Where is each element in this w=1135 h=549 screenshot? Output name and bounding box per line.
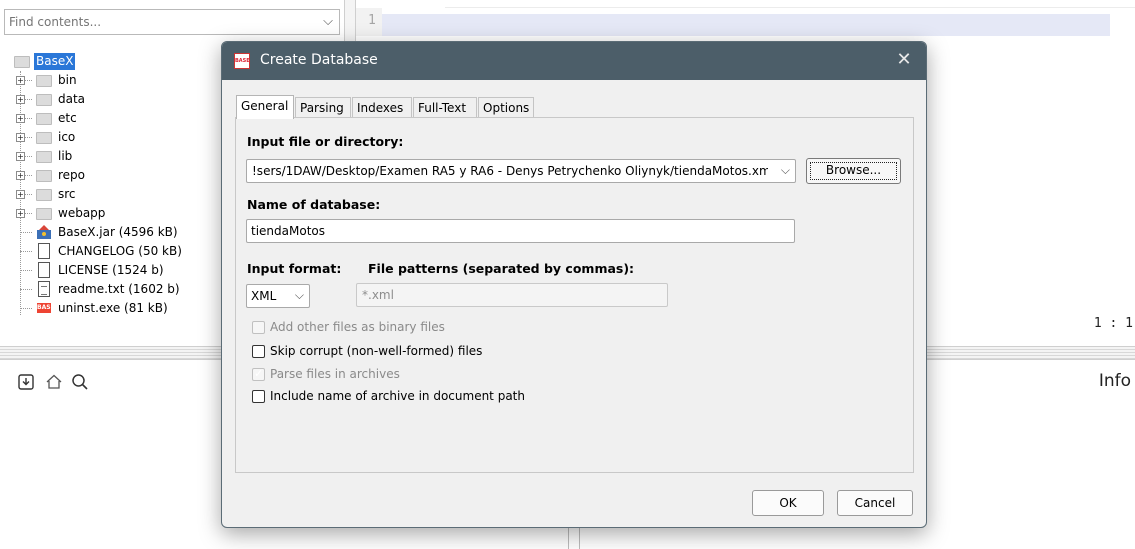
line-number: 1 bbox=[368, 13, 376, 28]
input-format-select[interactable]: XML ⌵ bbox=[246, 284, 310, 308]
input-path-combo[interactable]: !sers/1DAW/Desktop/Examen RA5 y RA6 - De… bbox=[246, 159, 796, 183]
editor-top-border bbox=[445, 0, 1135, 8]
home-icon[interactable] bbox=[44, 372, 64, 392]
tree-item-label: CHANGELOG (50 kB) bbox=[58, 244, 182, 258]
tree-item-label: bin bbox=[58, 73, 77, 87]
folder-icon bbox=[36, 94, 52, 106]
tree-item-label: BaseX.jar (4596 kB) bbox=[58, 225, 178, 239]
editor-line-gutter: 1 bbox=[356, 8, 382, 36]
add-binary-files-label: Add other files as binary files bbox=[270, 320, 445, 334]
cursor-position: 1 : 1 bbox=[1093, 316, 1133, 331]
tree-connector bbox=[20, 270, 32, 271]
dialog-title: Create Database bbox=[260, 52, 378, 68]
chevron-down-icon[interactable]: ⌵ bbox=[781, 163, 790, 178]
include-archive-name-checkbox[interactable] bbox=[252, 390, 265, 403]
tree-connector bbox=[20, 289, 32, 290]
tree-item-label: webapp bbox=[58, 206, 106, 220]
folder-icon bbox=[14, 56, 30, 68]
text-file-icon bbox=[38, 281, 50, 297]
ok-button[interactable]: OK bbox=[752, 490, 824, 516]
tree-item-label: repo bbox=[58, 168, 86, 182]
chevron-down-icon[interactable]: ⌵ bbox=[295, 288, 304, 303]
add-binary-files-checkbox[interactable] bbox=[252, 321, 265, 334]
tab-indexes[interactable]: Indexes bbox=[352, 97, 412, 118]
expand-icon[interactable]: + bbox=[16, 190, 25, 199]
tab-full-text[interactable]: Full-Text bbox=[413, 97, 477, 118]
editor-current-line[interactable] bbox=[382, 14, 1110, 36]
folder-icon bbox=[36, 170, 52, 182]
close-button[interactable]: ✕ bbox=[892, 48, 916, 72]
folder-icon bbox=[36, 189, 52, 201]
find-contents-combo[interactable]: ⌵ bbox=[4, 9, 340, 35]
tree-item-label: uninst.exe (81 kB) bbox=[58, 301, 168, 315]
file-patterns-label: File patterns (separated by commas): bbox=[368, 261, 635, 276]
import-icon[interactable] bbox=[16, 372, 36, 392]
tab-general[interactable]: General bbox=[236, 95, 294, 119]
file-icon bbox=[38, 243, 50, 259]
cancel-button[interactable]: Cancel bbox=[837, 490, 913, 516]
tree-item-label: data bbox=[58, 92, 86, 106]
parse-archives-checkbox[interactable] bbox=[252, 367, 265, 381]
tree-connector bbox=[20, 308, 32, 309]
expand-icon[interactable]: + bbox=[16, 209, 25, 218]
tab-options[interactable]: Options bbox=[478, 97, 534, 118]
parse-archives-label: Parse files in archives bbox=[270, 367, 400, 381]
tree-item-label: lib bbox=[58, 149, 73, 163]
tree-item-label: readme.txt (1602 b) bbox=[58, 282, 180, 296]
database-name-value: tiendaMotos bbox=[251, 224, 325, 238]
input-format-value: XML bbox=[251, 289, 277, 303]
folder-icon bbox=[36, 75, 52, 87]
search-icon[interactable] bbox=[70, 372, 90, 392]
database-name-label: Name of database: bbox=[247, 197, 381, 212]
folder-icon bbox=[36, 208, 52, 220]
find-contents-input[interactable] bbox=[9, 13, 309, 31]
exe-file-icon: BASE bbox=[37, 303, 55, 313]
folder-icon bbox=[36, 151, 52, 163]
dialog-title-bar[interactable]: Create Database ✕ bbox=[222, 42, 926, 80]
expand-icon[interactable]: + bbox=[16, 133, 25, 142]
browse-button[interactable]: Browse... bbox=[806, 158, 901, 184]
expand-icon[interactable]: + bbox=[16, 171, 25, 180]
database-name-input[interactable]: tiendaMotos bbox=[246, 219, 795, 243]
tree-item-label: ico bbox=[58, 130, 76, 144]
tree-item-label: etc bbox=[58, 111, 77, 125]
chevron-down-icon[interactable]: ⌵ bbox=[323, 14, 333, 29]
tree-connector bbox=[20, 232, 32, 233]
tab-parsing[interactable]: Parsing bbox=[295, 97, 351, 118]
expand-icon[interactable]: + bbox=[16, 76, 25, 85]
file-patterns-input[interactable]: *.xml bbox=[356, 283, 668, 307]
tree-item-label: LICENSE (1524 b) bbox=[58, 263, 164, 277]
folder-icon bbox=[36, 113, 52, 125]
input-format-label: Input format: bbox=[247, 261, 342, 276]
folder-icon bbox=[36, 132, 52, 144]
info-panel-title: Info bbox=[1098, 371, 1131, 391]
file-icon bbox=[38, 262, 50, 278]
jar-file-icon bbox=[37, 225, 51, 239]
basex-logo-icon bbox=[234, 53, 250, 69]
expand-icon[interactable]: + bbox=[16, 114, 25, 123]
bottom-splitter[interactable] bbox=[568, 527, 580, 549]
input-file-label: Input file or directory: bbox=[247, 134, 404, 149]
include-archive-name-label: Include name of archive in document path bbox=[270, 389, 525, 403]
file-patterns-value: *.xml bbox=[362, 288, 394, 302]
tree-connector bbox=[20, 251, 32, 252]
tree-item-label: BaseX bbox=[34, 53, 76, 70]
input-path-value: !sers/1DAW/Desktop/Examen RA5 y RA6 - De… bbox=[252, 164, 768, 178]
create-database-dialog: Create Database ✕ General Parsing Indexe… bbox=[221, 41, 927, 528]
skip-corrupt-label: Skip corrupt (non-well-formed) files bbox=[270, 344, 483, 358]
tree-item-label: src bbox=[58, 187, 76, 201]
expand-icon[interactable]: + bbox=[16, 152, 25, 161]
skip-corrupt-checkbox[interactable] bbox=[252, 345, 265, 358]
expand-icon[interactable]: + bbox=[16, 95, 25, 104]
